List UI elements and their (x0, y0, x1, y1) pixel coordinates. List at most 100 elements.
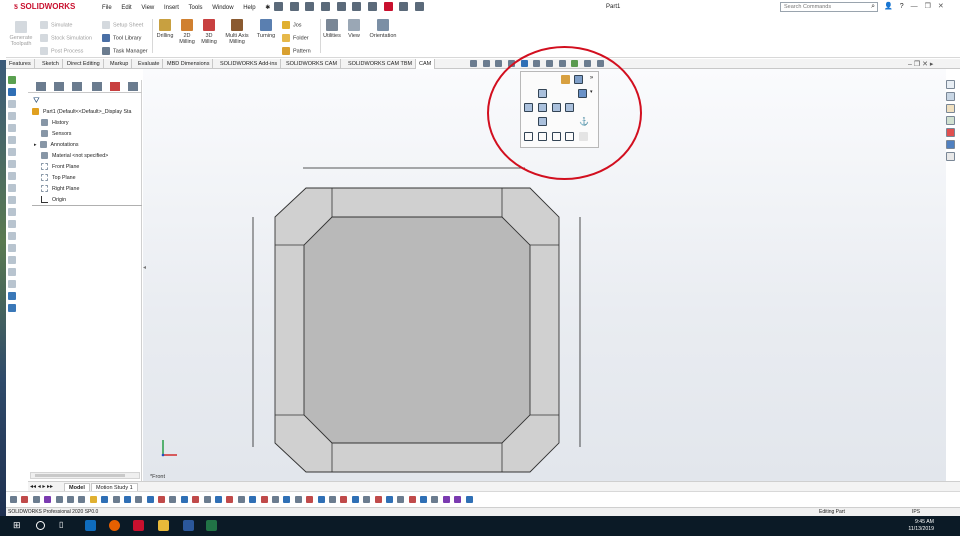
custom-properties-icon[interactable] (946, 140, 955, 149)
appearances-icon[interactable] (946, 128, 955, 137)
tool-icon[interactable] (283, 496, 291, 503)
home-icon[interactable] (946, 80, 955, 89)
tool-icon[interactable] (66, 496, 74, 503)
drilling-button[interactable]: Drilling (154, 19, 176, 39)
tool-icon[interactable] (294, 496, 302, 503)
tool-icon[interactable] (158, 496, 166, 503)
tool-icon[interactable] (203, 496, 211, 503)
multi-axis-milling-button[interactable]: Multi Axis Milling (222, 19, 252, 45)
menu-file[interactable]: File (102, 5, 112, 11)
outlook-icon[interactable] (85, 520, 96, 531)
tool-icon[interactable] (420, 496, 428, 503)
tool-icon[interactable] (8, 244, 16, 252)
search-icon[interactable] (36, 521, 45, 530)
tool-icon[interactable] (8, 208, 16, 216)
tool-icon[interactable] (317, 496, 325, 503)
scrollbar-thumb[interactable] (35, 474, 125, 477)
tool-icon[interactable] (442, 496, 450, 503)
2d-milling-button[interactable]: 2D Milling (177, 19, 197, 45)
tool-icon[interactable] (32, 496, 40, 503)
file-properties-icon[interactable] (399, 2, 409, 11)
forum-icon[interactable] (946, 152, 955, 161)
status-units[interactable]: IPS (912, 509, 920, 515)
firefox-icon[interactable] (109, 520, 120, 531)
tab-markup[interactable]: Markup (107, 59, 133, 69)
file-explorer-icon[interactable] (158, 520, 169, 531)
sync-icon[interactable] (8, 88, 16, 96)
open-icon[interactable] (305, 2, 315, 11)
turning-button[interactable]: Turning (255, 19, 277, 39)
undo-icon[interactable] (352, 2, 362, 11)
tab-direct-editing[interactable]: Direct Editing (64, 59, 104, 69)
tool-icon[interactable] (226, 496, 234, 503)
doc-close-icon[interactable]: ✕ (922, 61, 928, 68)
tool-icon[interactable] (135, 496, 143, 503)
tool-icon[interactable] (408, 496, 416, 503)
tool-icon[interactable] (8, 160, 16, 168)
tool-icon[interactable] (328, 496, 336, 503)
tool-icon[interactable] (397, 496, 405, 503)
menu-help[interactable]: Help (243, 5, 255, 11)
doc-minimize-icon[interactable]: – (908, 61, 912, 68)
excel-icon[interactable] (206, 520, 217, 531)
tool-icon[interactable] (271, 496, 279, 503)
tab-mbd-dimensions[interactable]: MBD Dimensions (164, 59, 214, 69)
tree-item-right-plane[interactable]: Right Plane (32, 184, 142, 195)
tree-root[interactable]: Part1 (Default<<Default>_Display Sta (32, 107, 142, 118)
tree-item-front-plane[interactable]: Front Plane (32, 162, 142, 173)
property-manager-tab-icon[interactable] (54, 82, 64, 91)
doc-restore-icon[interactable]: ❐ (914, 61, 920, 68)
tool-icon[interactable] (123, 496, 131, 503)
tool-icon[interactable] (237, 496, 245, 503)
user-icon[interactable]: 👤 (884, 3, 893, 10)
tool-icon[interactable] (180, 496, 188, 503)
tool-icon[interactable] (351, 496, 359, 503)
feature-tree-tab-icon[interactable] (36, 82, 46, 91)
tool-library-button[interactable]: Tool Library (102, 34, 141, 42)
generate-toolpath-button[interactable]: Generate Toolpath (8, 21, 34, 47)
zoom-to-fit-icon[interactable] (470, 60, 477, 67)
tab-cam[interactable]: CAM (416, 59, 436, 69)
tool-icon[interactable] (215, 496, 223, 503)
tab-scroll-icons[interactable]: ◂◂ ◂ ▸ ▸▸ (30, 483, 53, 490)
tool-icon[interactable] (306, 496, 314, 503)
tool-icon[interactable] (169, 496, 177, 503)
tool-icon[interactable] (192, 496, 200, 503)
tab-evaluate[interactable]: Evaluate (135, 59, 164, 69)
tool-icon[interactable] (44, 496, 52, 503)
tool-icon[interactable] (363, 496, 371, 503)
tool-icon[interactable] (112, 496, 120, 503)
tool-icon[interactable] (8, 292, 16, 300)
tool-icon[interactable] (340, 496, 348, 503)
simulate-button[interactable]: Simulate (40, 21, 72, 29)
task-view-icon[interactable]: ▯ (59, 520, 70, 531)
tool-icon[interactable] (8, 172, 16, 180)
tool-icon[interactable] (101, 496, 109, 503)
menu-edit[interactable]: Edit (121, 5, 131, 11)
tool-icon[interactable] (10, 496, 17, 503)
tool-icon[interactable] (8, 232, 16, 240)
tree-item-material[interactable]: Material <not specified> (32, 151, 142, 162)
save-icon[interactable] (321, 2, 331, 11)
tool-icon[interactable] (465, 496, 473, 503)
tab-solidworks-cam[interactable]: SOLIDWORKS CAM (283, 59, 342, 69)
tool-icon[interactable] (21, 496, 29, 503)
tool-icon[interactable] (78, 496, 86, 503)
menu-view[interactable]: View (141, 5, 154, 11)
tool-icon[interactable] (249, 496, 257, 503)
task-manager-button[interactable]: Task Manager (102, 47, 148, 55)
tool-icon[interactable] (8, 148, 16, 156)
tool-icon[interactable] (8, 268, 16, 276)
rebuild-icon[interactable] (383, 2, 393, 11)
search-input[interactable]: Search Commands ⌕ (780, 2, 878, 12)
dimxpert-tab-icon[interactable] (92, 82, 102, 91)
tool-icon[interactable] (8, 124, 16, 132)
tab-features[interactable]: Features (6, 59, 35, 69)
tree-item-annotations[interactable]: ▸ Annotations (32, 140, 142, 151)
folder-button[interactable]: Folder (282, 34, 309, 42)
tab-solidworks-addins[interactable]: SOLIDWORKS Add-ins (217, 59, 282, 69)
expand-arrow-icon[interactable]: ▸ (34, 142, 37, 148)
menu-tools[interactable]: Tools (189, 5, 203, 11)
new-document-icon[interactable] (289, 2, 299, 11)
pin-icon[interactable]: ✱ (265, 5, 270, 11)
